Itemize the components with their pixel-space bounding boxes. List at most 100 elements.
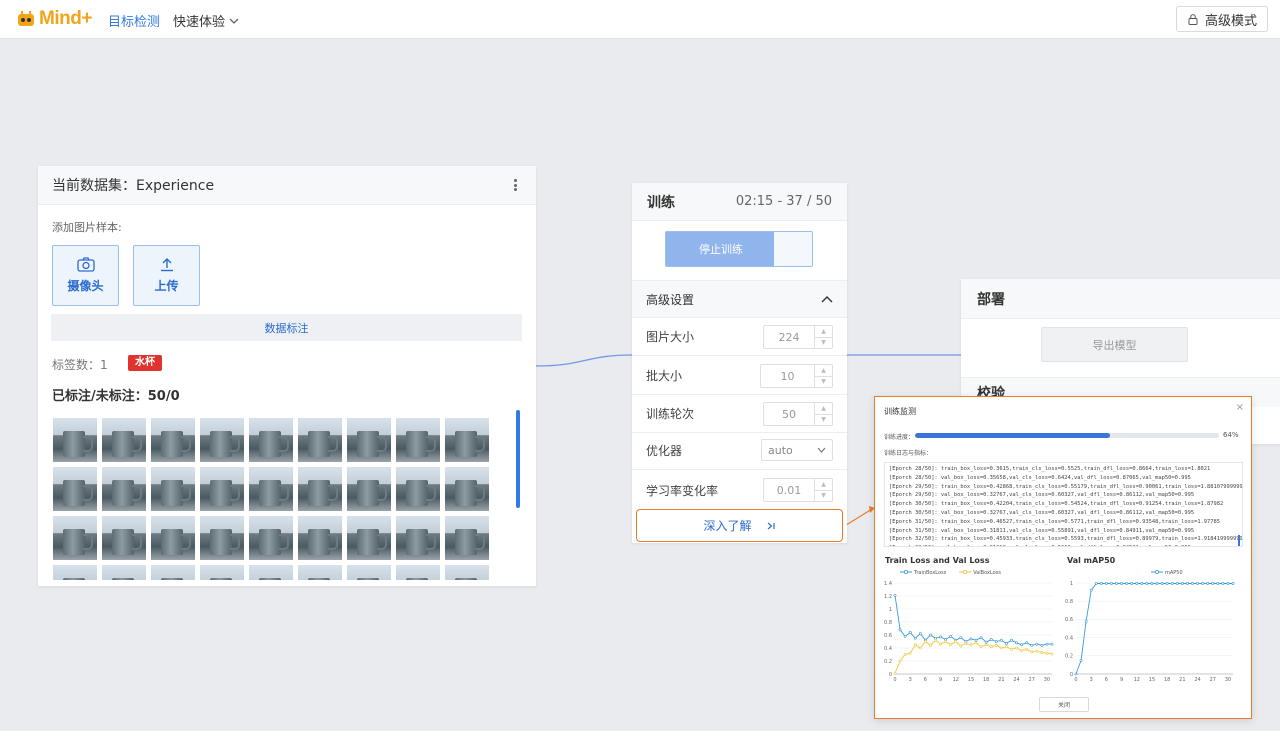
image-thumbnail[interactable]	[298, 467, 342, 511]
data-point	[1020, 643, 1024, 647]
y-tick-label: 1.2	[884, 594, 892, 600]
data-point	[1226, 582, 1230, 585]
tag-badge[interactable]: 水杯	[128, 355, 162, 371]
image-thumbnail[interactable]	[102, 467, 146, 511]
data-point	[913, 636, 917, 640]
learning-rate-stepper[interactable]: 0.01 ▲ ▼	[763, 478, 833, 502]
stepper-down-icon[interactable]: ▼	[815, 336, 832, 349]
image-thumbnail[interactable]	[151, 565, 195, 580]
data-point	[1010, 647, 1013, 651]
legend-marker	[1155, 570, 1160, 575]
log-line: [Eporch 32/50]: val_box_loss=0.31018,val…	[889, 544, 1238, 546]
image-thumbnail[interactable]	[445, 565, 489, 580]
data-point	[918, 646, 922, 650]
image-thumbnail[interactable]	[445, 467, 489, 511]
log-line: [Eporch 30/50]: train_box_loss=0.42204,t…	[889, 501, 1224, 508]
more-options-icon[interactable]	[508, 177, 522, 193]
image-thumbnail[interactable]	[53, 418, 97, 462]
image-thumbnail[interactable]	[200, 516, 244, 560]
stepper-down-icon[interactable]: ▼	[815, 413, 832, 426]
image-thumbnail[interactable]	[249, 467, 293, 511]
stepper-up-icon[interactable]: ▲	[815, 326, 832, 337]
image-thumbnail[interactable]	[53, 467, 97, 511]
optimizer-select[interactable]: auto	[761, 439, 833, 461]
image-thumbnail[interactable]	[102, 516, 146, 560]
stepper-value: 224	[778, 330, 800, 344]
learn-more-label: 深入了解	[703, 519, 752, 533]
thumbnail-scrollbar[interactable]	[516, 410, 520, 508]
log-scrollbar[interactable]	[1238, 535, 1240, 546]
stepper-down-icon[interactable]: ▼	[815, 489, 832, 502]
dataset-panel: 当前数据集：Experience 添加图片样本: 摄像头 上传 数据标注 标签数…	[38, 166, 536, 586]
export-model-button[interactable]: 导出模型	[1041, 327, 1188, 362]
image-thumbnail[interactable]	[249, 516, 293, 560]
image-size-stepper[interactable]: 224 ▲ ▼	[763, 325, 833, 349]
data-point	[979, 645, 983, 649]
data-point	[999, 646, 1003, 650]
deploy-title: 部署	[961, 279, 1280, 319]
image-thumbnail[interactable]	[396, 418, 440, 462]
camera-button[interactable]: 摄像头	[52, 245, 119, 306]
stepper-down-icon[interactable]: ▼	[815, 375, 832, 388]
stop-training-button[interactable]: 停止训练	[665, 231, 813, 267]
data-point	[1216, 582, 1220, 585]
image-thumbnail[interactable]	[200, 418, 244, 462]
epochs-stepper[interactable]: 50 ▲ ▼	[763, 402, 833, 426]
data-point	[903, 634, 907, 638]
image-thumbnail[interactable]	[151, 516, 195, 560]
x-tick-label: 6	[924, 677, 927, 683]
upload-button[interactable]: 上传	[133, 245, 200, 306]
image-thumbnail[interactable]	[347, 467, 391, 511]
image-thumbnail[interactable]	[347, 516, 391, 560]
training-header: 训练 02:15 - 37 / 50	[632, 183, 847, 221]
image-thumbnail[interactable]	[298, 418, 342, 462]
image-thumbnail[interactable]	[53, 565, 97, 580]
data-point	[989, 638, 993, 641]
data-point	[1050, 652, 1054, 656]
image-thumbnail[interactable]	[347, 565, 391, 580]
image-thumbnail[interactable]	[249, 565, 293, 580]
image-thumbnail[interactable]	[298, 516, 342, 560]
stepper-up-icon[interactable]: ▲	[815, 365, 832, 376]
close-icon[interactable]: ×	[1236, 402, 1244, 413]
close-button[interactable]: 关闭	[1039, 697, 1089, 712]
x-tick-label: 0	[1074, 677, 1077, 683]
x-tick-label: 24	[1194, 677, 1200, 683]
y-tick-label: 0.2	[1065, 654, 1073, 660]
image-thumbnail[interactable]	[396, 516, 440, 560]
image-thumbnail[interactable]	[102, 565, 146, 580]
image-thumbnail[interactable]	[151, 418, 195, 462]
stepper-value: 0.01	[776, 483, 802, 497]
y-tick-label: 0	[889, 672, 892, 678]
batch-size-stepper[interactable]: 10 ▲ ▼	[760, 364, 833, 388]
progress-bar	[915, 433, 1219, 438]
data-point	[954, 640, 958, 643]
image-thumbnail[interactable]	[200, 467, 244, 511]
image-thumbnail[interactable]	[53, 516, 97, 560]
data-point	[1089, 588, 1093, 592]
chevron-down-icon	[817, 447, 826, 453]
image-thumbnail[interactable]	[102, 418, 146, 462]
image-thumbnail[interactable]	[347, 418, 391, 462]
image-thumbnail[interactable]	[151, 467, 195, 511]
stepper-up-icon[interactable]: ▲	[815, 403, 832, 414]
x-tick-label: 18	[1164, 677, 1170, 683]
image-thumbnail[interactable]	[396, 565, 440, 580]
image-thumbnail[interactable]	[396, 467, 440, 511]
param-label: 图片大小	[646, 330, 695, 344]
image-thumbnail[interactable]	[445, 516, 489, 560]
series-line	[894, 595, 1052, 646]
image-thumbnail[interactable]	[298, 565, 342, 580]
image-thumbnail[interactable]	[200, 565, 244, 580]
training-log[interactable]: [Eporch 28/50]: train_box_loss=0.3615,tr…	[884, 462, 1243, 547]
advanced-settings-toggle[interactable]: 高级设置	[632, 280, 847, 318]
stepper-up-icon[interactable]: ▲	[815, 479, 832, 490]
y-tick-label: 1	[1070, 581, 1073, 587]
data-annotation-button[interactable]: 数据标注	[51, 314, 522, 341]
image-thumbnail[interactable]	[249, 418, 293, 462]
image-thumbnail[interactable]	[445, 418, 489, 462]
data-point	[1175, 582, 1179, 585]
learn-more-button[interactable]: 深入了解	[636, 509, 843, 542]
legend-label: ValBoxLoss	[973, 570, 1001, 576]
x-tick-label: 0	[893, 677, 896, 683]
